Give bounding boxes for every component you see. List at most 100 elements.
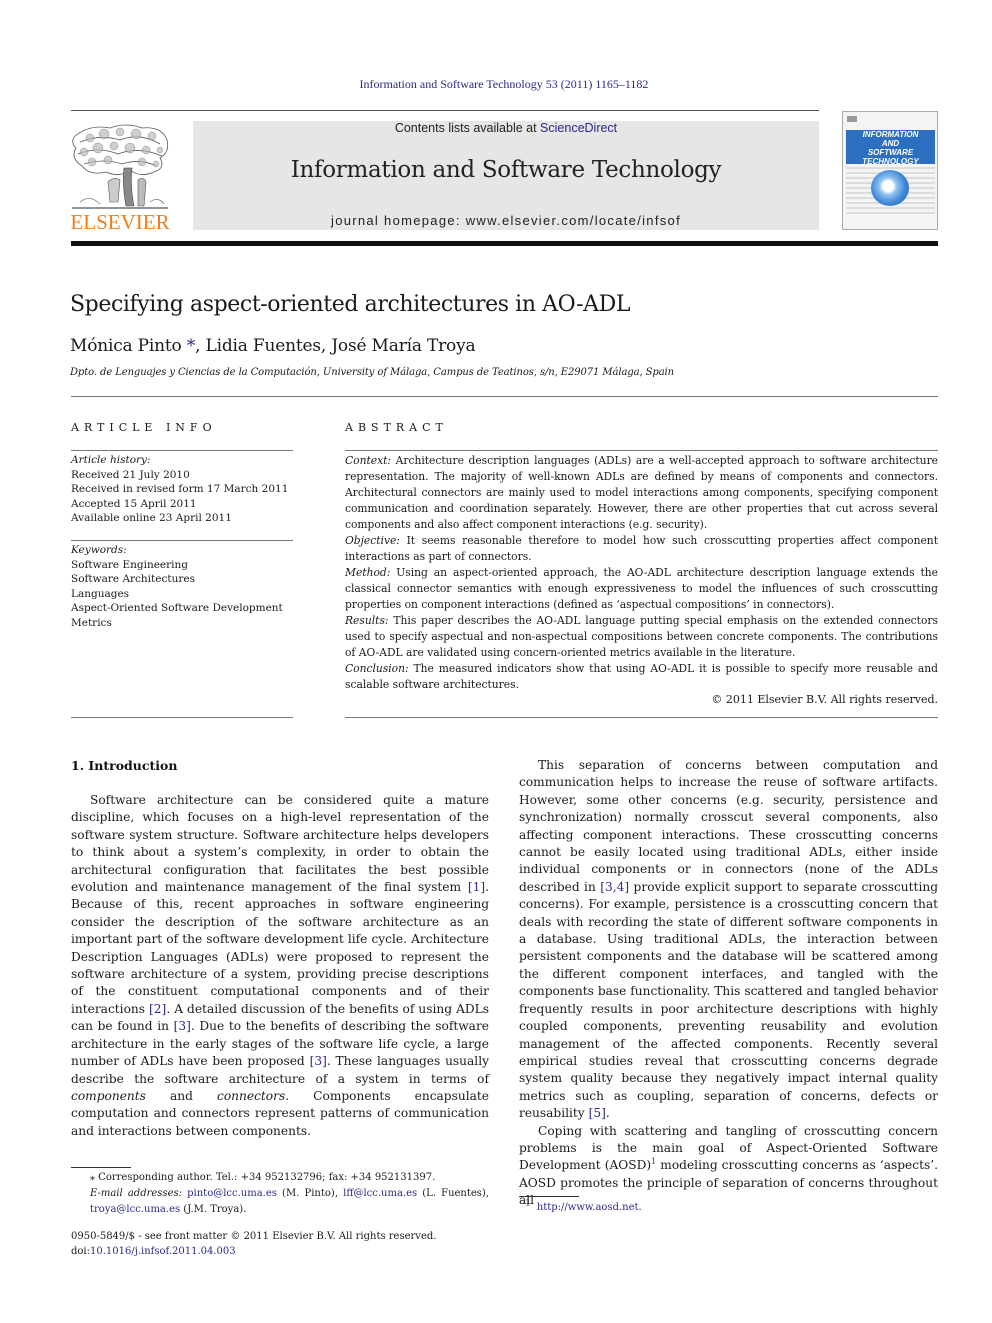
header-rule	[71, 110, 819, 111]
journal-title: Information and Software Technology	[290, 157, 722, 183]
history-item: Accepted 15 April 2011	[71, 497, 197, 510]
abstract-text: It seems reasonable therefore to model h…	[345, 534, 938, 563]
article-info-heading: ARTICLE INFO	[71, 421, 217, 434]
contents-prefix: Contents lists available at	[394, 121, 541, 135]
paragraph: Software architecture can be considered …	[71, 792, 489, 1140]
aosd-link[interactable]: http://www.aosd.net	[537, 1202, 639, 1213]
abstract-text: The measured indicators show that using …	[345, 662, 938, 691]
email-owner: (J.M. Troya).	[180, 1204, 247, 1215]
text: and	[145, 1088, 217, 1103]
affiliation: Dpto. de Lenguajes y Ciencias de la Comp…	[70, 367, 674, 378]
email-link[interactable]: pinto@lcc.uma.es	[187, 1188, 277, 1199]
journal-citation[interactable]: Information and Software Technology 53 (…	[0, 77, 992, 92]
author-footnote: ⁎ Corresponding author. Tel.: +34 952132…	[71, 1170, 489, 1218]
abstract-text: Using an aspect-oriented approach, the A…	[345, 566, 939, 611]
citation-link[interactable]: [3,4]	[600, 880, 629, 894]
abstract-label: Objective:	[345, 534, 400, 547]
abstract-text: This paper describes the AO-ADL language…	[345, 614, 938, 659]
doi-prefix: doi:	[71, 1246, 90, 1257]
body-column-left: Software architecture can be considered …	[71, 792, 489, 1140]
email-owner: (L. Fuentes),	[417, 1188, 490, 1199]
citation-link[interactable]: [2]	[149, 1002, 166, 1016]
elsevier-tree-icon	[72, 124, 169, 209]
journal-banner: Contents lists available at ScienceDirec…	[193, 121, 819, 230]
divider	[345, 450, 938, 451]
text: This separation of concerns between comp…	[519, 758, 938, 894]
history-item: Received in revised form 17 March 2011	[71, 483, 289, 495]
front-matter: 0950-5849/$ - see front matter © 2011 El…	[71, 1229, 436, 1259]
email-label: E-mail addresses:	[90, 1188, 182, 1199]
email-link[interactable]: troya@lcc.uma.es	[90, 1204, 180, 1215]
issn-line: 0950-5849/$ - see front matter © 2011 El…	[71, 1231, 437, 1242]
text: Software architecture can be considered …	[71, 793, 489, 895]
cover-globe-icon	[871, 170, 909, 206]
author-name[interactable]: José María Troya	[331, 336, 475, 356]
footnote-number: 1	[525, 1198, 531, 1208]
email-owner: (M. Pinto),	[276, 1188, 344, 1199]
author-name[interactable]: Mónica Pinto	[70, 336, 182, 356]
abstract-section: Conclusion: The measured indicators show…	[345, 661, 938, 693]
keyword: Aspect-Oriented Software Development	[71, 602, 283, 614]
keywords-label: Keywords:	[71, 544, 127, 556]
footnote-1: 1 http://www.aosd.net.	[519, 1198, 642, 1216]
history-item: Available online 23 April 2011	[71, 512, 232, 524]
cover-publisher-icon	[847, 116, 857, 122]
body-column-right: This separation of concerns between comp…	[519, 757, 938, 1210]
footnote-rule	[71, 1167, 131, 1168]
text: provide explicit support to separate cro…	[519, 879, 938, 1121]
keyword: Software Architectures	[71, 573, 195, 585]
email-link[interactable]: lff@lcc.uma.es	[343, 1188, 417, 1199]
author-list: Mónica Pinto *, Lidia Fuentes, José Marí…	[70, 336, 476, 356]
keyword: Languages	[71, 587, 130, 600]
keyword: Metrics	[71, 616, 112, 629]
paragraph: Coping with scattering and tangling of c…	[519, 1123, 938, 1210]
abstract-text: Architecture description languages (ADLs…	[345, 454, 938, 531]
doi-link[interactable]: 10.1016/j.infsof.2011.04.003	[90, 1246, 236, 1257]
abstract-section: Method: Using an aspect-oriented approac…	[345, 565, 938, 613]
section-heading-introduction: 1. Introduction	[71, 758, 178, 773]
article-title: Specifying aspect-oriented architectures…	[70, 292, 631, 317]
divider	[345, 717, 938, 718]
journal-homepage-link[interactable]: journal homepage: www.elsevier.com/locat…	[193, 213, 819, 228]
sciencedirect-link[interactable]: ScienceDirect	[540, 121, 617, 135]
text: . Because of this, recent approaches in …	[71, 880, 489, 1016]
divider	[71, 450, 293, 451]
corresponding-author-note: ⁎ Corresponding author. Tel.: +34 952132…	[90, 1172, 436, 1183]
elsevier-wordmark: ELSEVIER	[70, 210, 170, 234]
elsevier-logo[interactable]: ELSEVIER	[70, 122, 170, 234]
doi-line: doi:10.1016/j.infsof.2011.04.003	[71, 1244, 436, 1259]
abstract-label: Method:	[345, 566, 391, 579]
abstract-section: Context: Architecture description langua…	[345, 453, 938, 533]
footnote-rule	[519, 1196, 579, 1197]
contents-line: Contents lists available at ScienceDirec…	[193, 121, 819, 135]
abstract-label: Context:	[345, 454, 392, 467]
abstract-copyright: © 2011 Elsevier B.V. All rights reserved…	[711, 693, 938, 706]
abstract-label: Results:	[345, 614, 389, 627]
emphasis: components	[71, 1088, 146, 1103]
header-thick-rule	[71, 241, 938, 246]
cover-title-line: SOFTWARE	[846, 148, 935, 157]
divider	[71, 396, 938, 397]
author-name[interactable]: Lidia Fuentes	[206, 336, 322, 356]
cover-title-line: AND	[846, 139, 935, 148]
cover-title-line: INFORMATION	[846, 130, 935, 139]
history-label: Article history:	[71, 454, 151, 466]
citation-link[interactable]: [3]	[310, 1054, 327, 1068]
abstract-section: Objective: It seems reasonable therefore…	[345, 533, 938, 565]
history-item: Received 21 July 2010	[71, 468, 190, 481]
abstract-body: Context: Architecture description langua…	[345, 453, 938, 693]
abstract-label: Conclusion:	[345, 662, 409, 675]
abstract-heading: ABSTRACT	[345, 421, 448, 434]
citation-link[interactable]: [5]	[589, 1106, 606, 1120]
abstract-section: Results: This paper describes the AO-ADL…	[345, 613, 938, 661]
divider	[71, 540, 293, 541]
emphasis: connectors	[217, 1088, 286, 1103]
text: .	[605, 1106, 610, 1121]
email-addresses: E-mail addresses: pinto@lcc.uma.es (M. P…	[71, 1186, 489, 1218]
citation-link[interactable]: [3]	[174, 1019, 191, 1033]
corresponding-author-mark[interactable]: *	[187, 336, 196, 356]
citation-link[interactable]: [1]	[468, 880, 485, 894]
divider	[71, 717, 293, 718]
journal-cover-image[interactable]: INFORMATION AND SOFTWARE TECHNOLOGY	[842, 111, 938, 230]
footnote-end: .	[638, 1202, 642, 1213]
